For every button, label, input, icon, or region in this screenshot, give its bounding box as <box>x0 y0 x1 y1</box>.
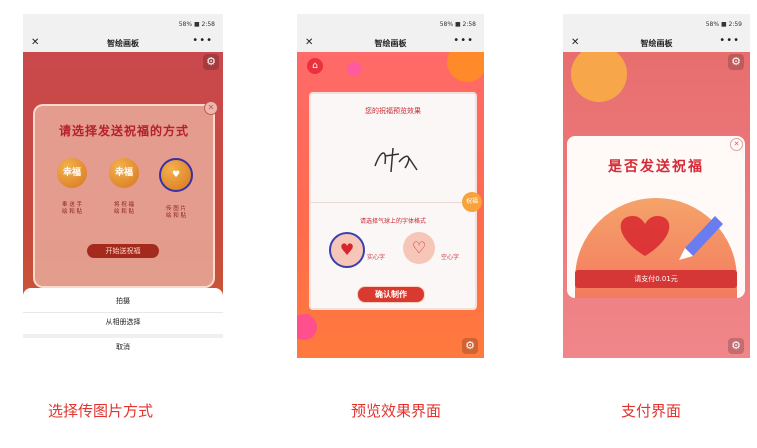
status-text: 58% ■ 2:58 <box>439 21 476 28</box>
phone-screen-preview: 58% ■ 2:58 ✕ 智绘画板 ••• ⌂ 您的祝福预览效果 请选择气球上的… <box>297 14 484 358</box>
phone-screen-payment: 58% ■ 2:59 ✕ 智绘画板 ••• ⚙ ✕ 是否发送祝福 请支付0.01… <box>563 14 750 358</box>
caption-payment: 支付界面 <box>621 402 682 420</box>
title-bar: ✕ 智绘画板 ••• <box>23 34 223 52</box>
option-caption: 将 祝 福绘 和 贴 <box>114 202 134 215</box>
option-wish[interactable]: 幸福 将 祝 福绘 和 贴 <box>105 158 143 216</box>
sheet-item-album[interactable]: 从相册选择 <box>23 312 223 332</box>
more-icon[interactable]: ••• <box>719 35 740 46</box>
title-bar: ✕ 智绘画板 ••• <box>563 34 750 52</box>
action-sheet: 拍摄 从相册选择 取消 <box>23 288 223 358</box>
preview-title: 您的祝福预览效果 <box>365 107 421 115</box>
font-prompt: 请选择气球上的字体格式 <box>359 218 426 225</box>
start-send-button[interactable]: 开始送祝福 <box>87 244 159 258</box>
font-option-solid[interactable]: ♥ 实心字 <box>329 232 385 268</box>
caption-upload-method: 选择传图片方式 <box>48 402 154 420</box>
settings-icon[interactable]: ⚙ <box>728 54 744 70</box>
balloon-icon: 幸福 <box>57 158 87 188</box>
home-icon[interactable]: ⌂ <box>307 58 323 74</box>
status-bar: 58% ■ 2:58 <box>297 14 484 34</box>
balloon-decoration <box>347 62 361 76</box>
send-method-dialog: ✕ 请选择发送祝福的方式 幸福 奉 送 手绘 和 贴 幸福 将 祝 福绘 和 贴… <box>33 101 218 288</box>
payment-title: 是否发送祝福 <box>608 159 704 175</box>
pay-button[interactable]: 请支付0.01元 <box>575 270 737 288</box>
sheet-item-camera[interactable]: 拍摄 <box>23 291 223 311</box>
balloon-decoration <box>297 314 317 340</box>
heart-pen-icon <box>620 216 723 260</box>
close-dialog-icon[interactable]: ✕ <box>730 138 743 151</box>
close-dialog-icon[interactable]: ✕ <box>204 101 218 115</box>
signature-preview <box>374 147 418 173</box>
heart-balloon-icon: ♥ <box>159 158 193 192</box>
preview-card: 您的祝福预览效果 请选择气球上的字体格式 ♥ 实心字 ♡ 空心字 确认制作 <box>309 92 477 310</box>
settings-icon[interactable]: ⚙ <box>203 54 219 70</box>
caption-preview: 预览效果界面 <box>351 402 442 420</box>
divider <box>311 202 475 203</box>
status-text: 58% ■ 2:58 <box>178 21 215 28</box>
app-canvas: ⚙ ✕ 请选择发送祝福的方式 幸福 奉 送 手绘 和 贴 幸福 将 祝 福绘 和… <box>23 52 223 358</box>
status-bar: 58% ■ 2:58 <box>23 14 223 34</box>
status-text: 58% ■ 2:59 <box>705 21 742 28</box>
settings-icon[interactable]: ⚙ <box>462 338 478 354</box>
app-canvas: ⚙ ✕ 是否发送祝福 请支付0.01元 ⚙ <box>563 52 750 358</box>
font-option-label: 实心字 <box>367 254 386 261</box>
option-handwrite[interactable]: 幸福 奉 送 手绘 和 贴 <box>53 158 91 216</box>
option-upload-image[interactable]: ♥ 传 图 片绘 和 贴 <box>157 158 195 220</box>
app-canvas: ⌂ 您的祝福预览效果 请选择气球上的字体格式 ♥ 实心字 ♡ 空心字 确认制作 … <box>297 52 484 358</box>
balloon-icon: 幸福 <box>109 158 139 188</box>
font-option-hollow[interactable]: ♡ 空心字 <box>403 232 459 264</box>
settings-icon[interactable]: ⚙ <box>728 338 744 354</box>
balloon-decoration <box>447 52 484 82</box>
sheet-cancel[interactable]: 取消 <box>23 337 223 357</box>
option-caption: 传 图 片绘 和 贴 <box>166 206 186 219</box>
more-icon[interactable]: ••• <box>192 35 213 46</box>
balloon-decoration <box>571 52 627 102</box>
hollow-heart-icon: ♡ <box>403 232 435 264</box>
sticker-badge[interactable]: 祝福 <box>462 192 482 212</box>
font-option-label: 空心字 <box>441 254 460 261</box>
more-icon[interactable]: ••• <box>453 35 474 46</box>
payment-dialog: ✕ 是否发送祝福 请支付0.01元 <box>567 136 745 298</box>
title-bar: ✕ 智绘画板 ••• <box>297 34 484 52</box>
status-bar: 58% ■ 2:59 <box>563 14 750 34</box>
dialog-title: 请选择发送祝福的方式 <box>58 124 189 138</box>
confirm-make-button[interactable]: 确认制作 <box>357 286 425 303</box>
option-caption: 奉 送 手绘 和 贴 <box>62 202 82 215</box>
phone-screen-upload-method: 58% ■ 2:58 ✕ 智绘画板 ••• ⚙ ✕ 请选择发送祝福的方式 幸福 … <box>23 14 223 358</box>
solid-heart-icon: ♥ <box>329 232 365 268</box>
